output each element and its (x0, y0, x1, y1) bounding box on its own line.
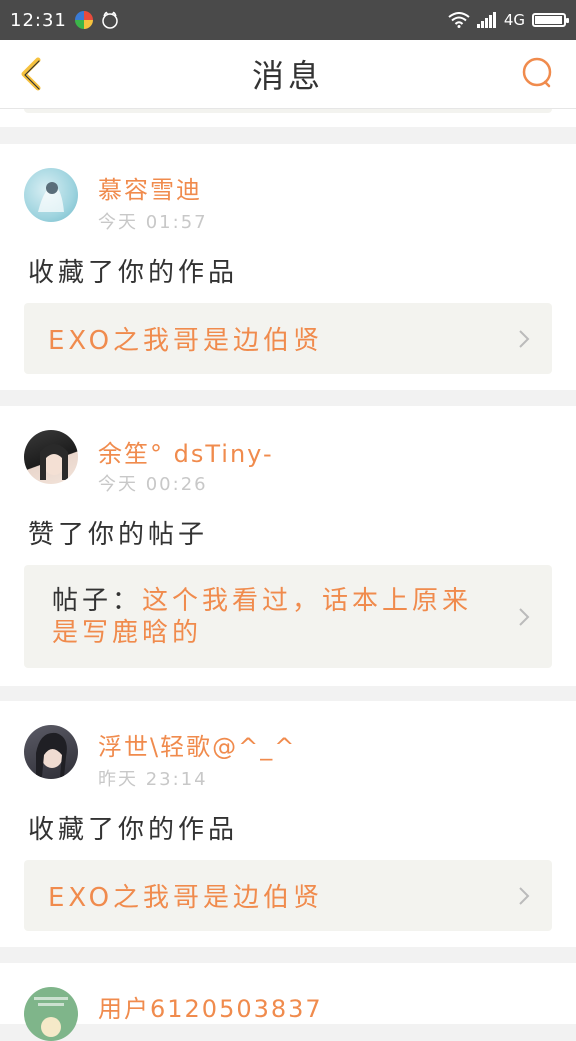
message-card[interactable]: 浮世\轻歌@^_^ 昨天 23:14 收藏了你的作品 EXO之我哥是边伯贤 (0, 701, 576, 947)
signal-icon (476, 12, 496, 28)
work-link-box[interactable]: EXO之我哥是边伯贤 (24, 303, 552, 374)
avatar[interactable] (24, 430, 78, 484)
battery-icon (532, 13, 569, 27)
status-bar: 12:31 4G (0, 0, 576, 40)
action-text: 收藏了你的作品 (28, 258, 239, 288)
cat-notification-icon (102, 11, 118, 29)
chevron-right-icon (519, 886, 530, 905)
username[interactable]: 慕容雪迪 (98, 170, 202, 205)
username[interactable]: 余笙° dsTiny- (98, 434, 274, 469)
post-prefix: 帖子： (52, 585, 143, 616)
message-card-partial (0, 109, 576, 127)
avatar[interactable] (24, 725, 78, 779)
message-card[interactable]: 慕容雪迪 今天 01:57 收藏了你的作品 EXO之我哥是边伯贤 (0, 144, 576, 390)
status-time: 12:31 (10, 9, 67, 31)
timestamp: 今天 01:57 (98, 212, 208, 233)
username[interactable]: 浮世\轻歌@^_^ (98, 727, 296, 762)
chevron-right-icon (519, 329, 530, 348)
chevron-right-icon (519, 607, 530, 626)
avatar[interactable] (24, 987, 78, 1041)
username[interactable]: 用户6120503837 (98, 989, 323, 1024)
work-link-box[interactable]: EXO之我哥是边伯贤 (24, 860, 552, 931)
search-icon[interactable] (518, 54, 558, 94)
back-arrow-icon[interactable] (14, 54, 54, 94)
app-notification-icon (74, 11, 93, 29)
work-title: EXO之我哥是边伯贤 (48, 883, 324, 913)
nav-bar: 消息 (0, 40, 576, 109)
page-title: 消息 (251, 57, 324, 95)
message-card[interactable]: 用户6120503837 (0, 963, 576, 1041)
network-type: 4G (503, 11, 525, 29)
timestamp: 今天 00:26 (98, 474, 208, 495)
post-snippet: 帖子：这个我看过，话本上原来是写鹿晗的 (48, 585, 492, 649)
post-link-box[interactable]: 帖子：这个我看过，话本上原来是写鹿晗的 (24, 565, 552, 668)
wifi-icon (448, 12, 470, 28)
avatar[interactable] (24, 168, 78, 222)
action-text: 赞了你的帖子 (28, 520, 209, 550)
message-card[interactable]: 余笙° dsTiny- 今天 00:26 赞了你的帖子 帖子：这个我看过，话本上… (0, 406, 576, 686)
work-title: EXO之我哥是边伯贤 (48, 326, 324, 356)
action-text: 收藏了你的作品 (28, 815, 239, 845)
timestamp: 昨天 23:14 (98, 769, 208, 790)
